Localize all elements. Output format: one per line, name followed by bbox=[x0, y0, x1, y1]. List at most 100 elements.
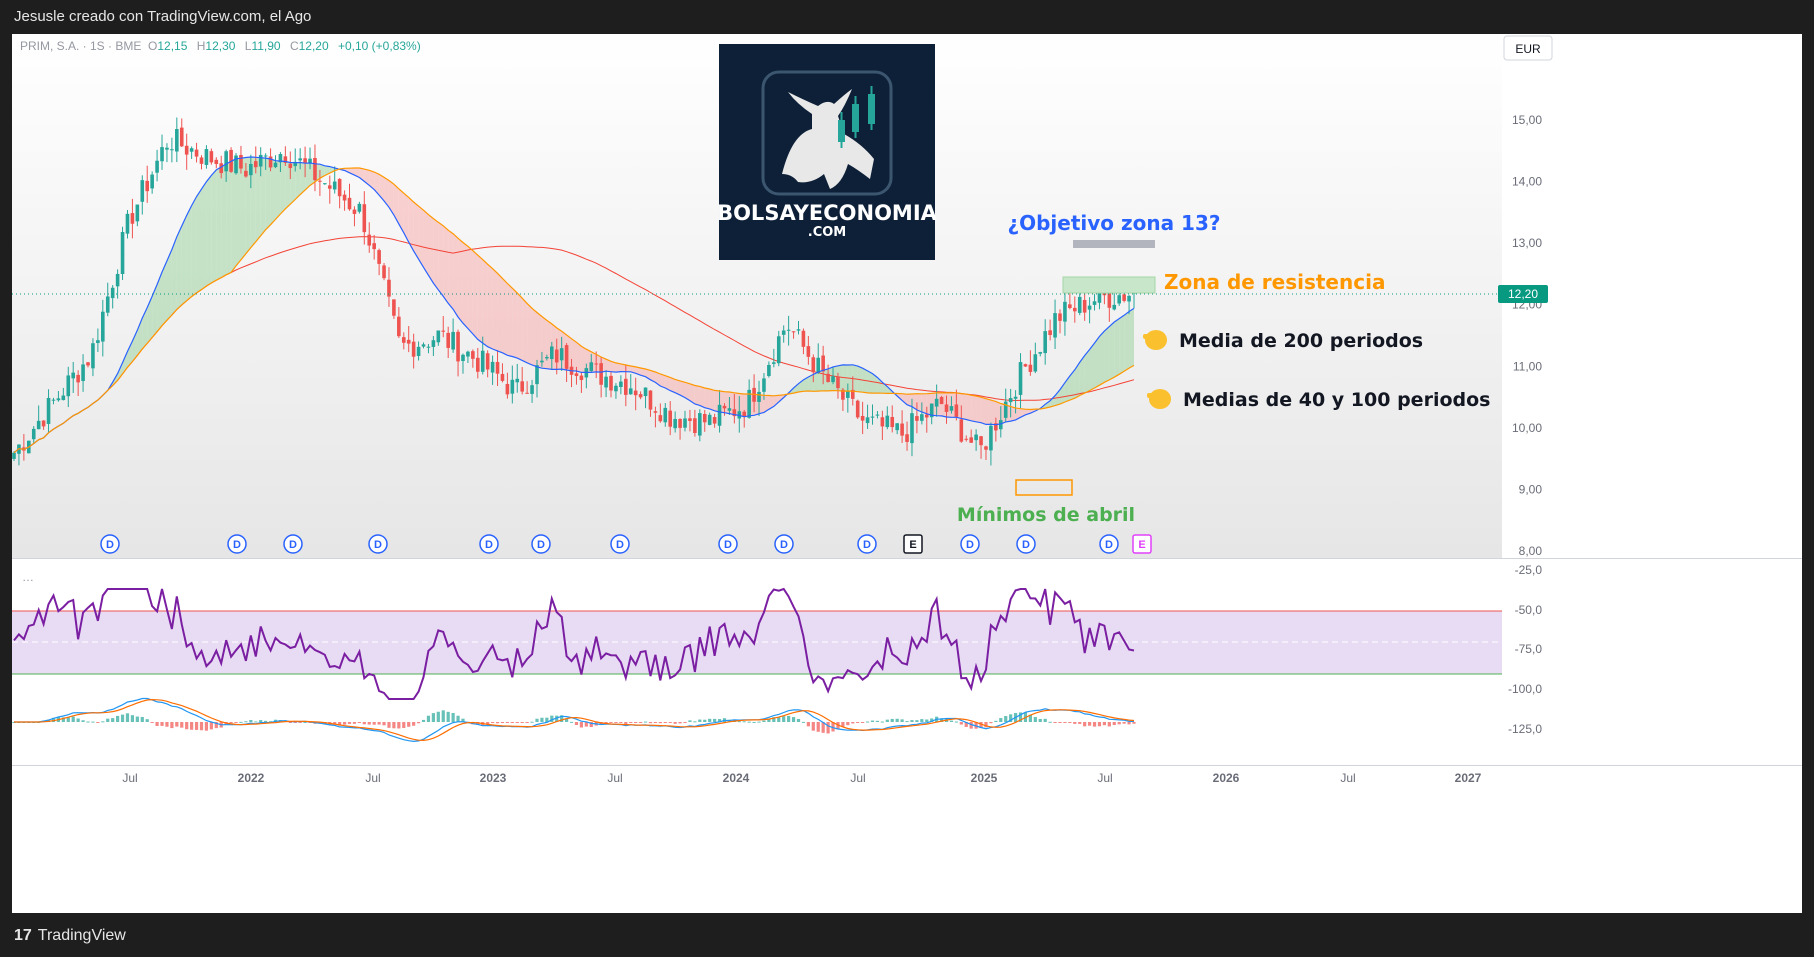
candle-body bbox=[313, 157, 317, 181]
legend-h-label: H bbox=[197, 39, 206, 53]
legend-c: 12,20 bbox=[299, 39, 329, 53]
last-price-label: 12,20 bbox=[1508, 287, 1538, 301]
candle-body bbox=[885, 415, 890, 428]
time-tick-label: Jul bbox=[1097, 771, 1112, 785]
macd-histogram-bar bbox=[185, 722, 189, 730]
macd-histogram-bar bbox=[708, 718, 712, 722]
ma-cloud-segment bbox=[971, 395, 977, 422]
dividend-marker-label: D bbox=[1022, 539, 1030, 551]
macd-histogram-bar bbox=[254, 721, 258, 723]
candle-body bbox=[441, 330, 446, 332]
macd-histogram-bar bbox=[925, 719, 929, 722]
indicator-tick-label: -50,0 bbox=[1515, 603, 1543, 617]
chart-canvas[interactable]: PRIM, S.A. · 1S · BME O12,15 H12,30 L11,… bbox=[12, 34, 1802, 913]
candle-body bbox=[875, 414, 880, 416]
macd-histogram-bar bbox=[949, 720, 954, 722]
candle-body bbox=[337, 178, 342, 197]
candle-body bbox=[500, 373, 505, 381]
candle-body bbox=[515, 378, 520, 383]
april-lows-annotation: Mínimos de abril bbox=[957, 504, 1135, 526]
brand-logo: BOLSAYECONOMIA .COM bbox=[717, 44, 938, 260]
candle-body bbox=[411, 341, 416, 357]
candle-body bbox=[130, 213, 135, 224]
ma-cloud-segment bbox=[176, 225, 182, 310]
candle-body bbox=[224, 151, 228, 172]
ma-cloud-segment bbox=[527, 303, 533, 366]
candle-body bbox=[140, 180, 145, 202]
dividend-marker-label: D bbox=[616, 539, 624, 551]
candle-body bbox=[594, 363, 599, 365]
ma-cloud-segment bbox=[921, 393, 927, 414]
ma-cloud-segment bbox=[492, 268, 498, 351]
candle-body bbox=[1048, 330, 1052, 336]
ma-cloud-segment bbox=[522, 298, 528, 363]
ma-cloud-segment bbox=[512, 288, 518, 359]
candle-body bbox=[263, 155, 268, 157]
macd-histogram-bar bbox=[234, 722, 238, 723]
macd-histogram-bar bbox=[762, 720, 766, 722]
candle-body bbox=[1053, 313, 1057, 338]
chart-frame[interactable]: PRIM, S.A. · 1S · BME O12,15 H12,30 L11,… bbox=[12, 34, 1802, 913]
macd-histogram-bar bbox=[915, 720, 919, 722]
macd-histogram-bar bbox=[865, 721, 870, 723]
candle-body bbox=[273, 162, 278, 168]
candle-body bbox=[944, 404, 949, 412]
candle-body bbox=[406, 339, 411, 344]
ma-cloud-segment bbox=[186, 205, 192, 301]
legend-change: +0,10 (+0,83%) bbox=[338, 39, 421, 53]
ma-cloud-segment bbox=[482, 259, 488, 347]
macd-histogram-bar bbox=[347, 722, 352, 724]
candle-body bbox=[41, 420, 46, 427]
indicator-menu-icon[interactable]: … bbox=[22, 570, 34, 584]
candle-body bbox=[372, 243, 376, 250]
macd-histogram-bar bbox=[160, 722, 164, 726]
macd-histogram-bar bbox=[900, 719, 904, 722]
candle-body bbox=[268, 156, 273, 168]
time-tick-label: 2023 bbox=[480, 771, 507, 785]
candle-body bbox=[288, 163, 293, 169]
candle-body bbox=[431, 340, 436, 347]
candle-body bbox=[633, 390, 638, 396]
ma-cloud-segment bbox=[285, 161, 291, 209]
candle-body bbox=[155, 160, 159, 173]
ma-cloud-segment bbox=[571, 338, 577, 371]
ma-cloud-segment bbox=[453, 233, 459, 318]
macd-histogram-bar bbox=[619, 722, 623, 723]
candle-body bbox=[619, 381, 623, 388]
macd-histogram-bar bbox=[392, 722, 396, 729]
ma-cloud-segment bbox=[462, 242, 468, 329]
candle-body bbox=[791, 331, 796, 333]
candle-body bbox=[880, 417, 885, 427]
price-axis[interactable] bbox=[1502, 34, 1802, 913]
macd-histogram-bar bbox=[648, 722, 653, 724]
macd-histogram-bar bbox=[116, 715, 120, 722]
macd-histogram-bar bbox=[579, 722, 584, 728]
price-tick-label: 15,00 bbox=[1512, 113, 1542, 127]
macd-histogram-bar bbox=[994, 720, 998, 722]
candle-body bbox=[125, 213, 130, 234]
macd-histogram-bar bbox=[402, 722, 406, 729]
macd-histogram-bar bbox=[111, 718, 115, 722]
macd-histogram-bar bbox=[170, 722, 174, 729]
candle-body bbox=[949, 406, 954, 411]
ma-cloud-segment bbox=[467, 246, 473, 335]
candle-body bbox=[249, 163, 253, 176]
candle-body bbox=[821, 355, 825, 372]
ma-cloud-segment bbox=[1010, 406, 1016, 422]
candle-body bbox=[717, 404, 722, 426]
candle-body bbox=[643, 387, 648, 397]
candle-body bbox=[485, 353, 490, 370]
macd-histogram-bar bbox=[856, 722, 860, 723]
candle-body bbox=[239, 154, 243, 169]
logo-line2: .COM bbox=[808, 225, 846, 240]
candle-body bbox=[1127, 295, 1131, 302]
candle-body bbox=[693, 418, 697, 434]
dividend-marker-label: D bbox=[289, 539, 297, 551]
candle-body bbox=[1028, 364, 1033, 372]
candle-body bbox=[446, 332, 450, 348]
macd-histogram-bar bbox=[851, 722, 855, 724]
candle-body bbox=[924, 414, 929, 418]
ma-cloud-segment bbox=[916, 393, 922, 413]
macd-histogram-bar bbox=[259, 720, 263, 722]
ma-cloud-segment bbox=[1109, 321, 1115, 380]
